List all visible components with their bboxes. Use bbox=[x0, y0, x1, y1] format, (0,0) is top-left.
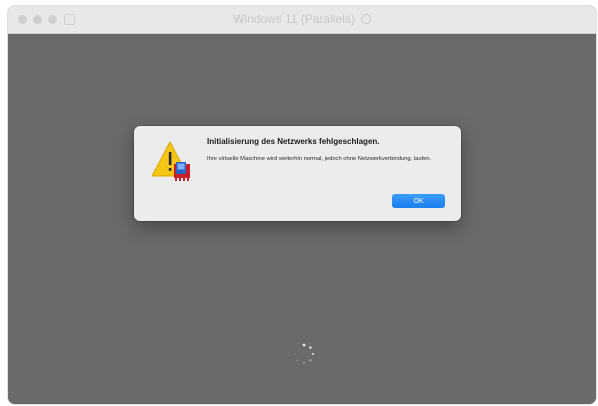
network-error-alert: Initialisierung des Netzwerks fehlgeschl… bbox=[134, 126, 461, 221]
network-adapter-icon bbox=[174, 162, 190, 181]
alert-title: Initialisierung des Netzwerks fehlgeschl… bbox=[207, 137, 380, 146]
title-bar: Windows 11 (Parallels) bbox=[8, 6, 596, 34]
window-title: Windows 11 (Parallels) bbox=[8, 12, 596, 26]
ok-button[interactable]: OK bbox=[392, 194, 445, 208]
snapshot-icon[interactable] bbox=[360, 14, 371, 24]
loading-spinner-icon bbox=[294, 343, 315, 364]
window-title-text: Windows 11 (Parallels) bbox=[233, 12, 355, 26]
alert-message: Ihre virtuelle Maschine wird weiterhin n… bbox=[207, 156, 432, 162]
warning-icon bbox=[152, 140, 190, 181]
